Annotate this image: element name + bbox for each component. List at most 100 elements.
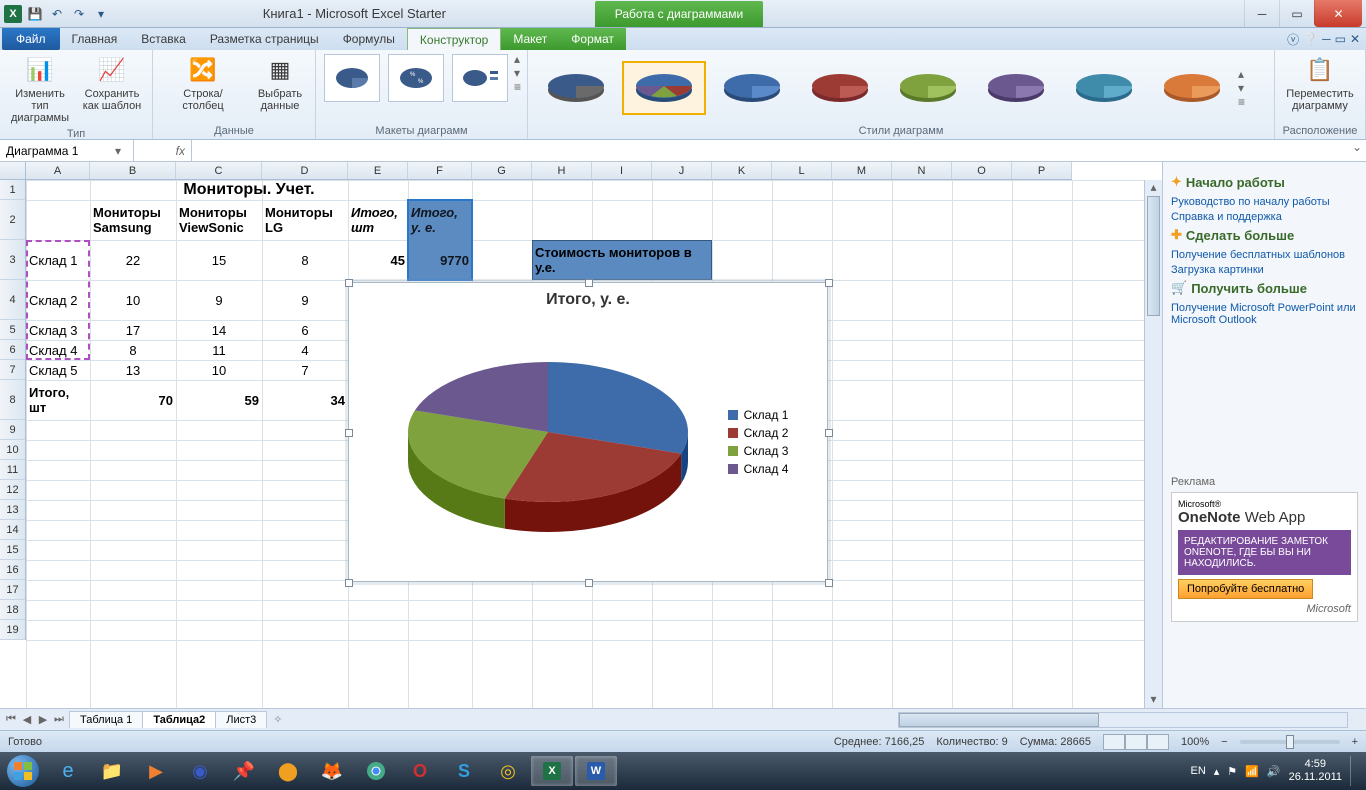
chart-style-5[interactable] xyxy=(886,61,970,115)
col-header-N[interactable]: N xyxy=(892,162,952,179)
row-label-3[interactable]: Склад 3 xyxy=(26,320,90,340)
scroll-up-icon[interactable]: ▴ xyxy=(1145,180,1162,196)
side-link-office[interactable]: Получение Microsoft PowerPoint или Micro… xyxy=(1171,302,1358,326)
col-header-B[interactable]: B xyxy=(90,162,176,179)
row-label-4[interactable]: Склад 4 xyxy=(26,340,90,360)
tray-clock[interactable]: 4:59 26.11.2011 xyxy=(1289,758,1342,784)
row-header-2[interactable]: 2 xyxy=(0,200,25,240)
chart-style-2[interactable] xyxy=(622,61,706,115)
cell-b5[interactable]: 17 xyxy=(90,320,176,340)
header-f[interactable]: Итого, у. е. xyxy=(408,200,472,240)
row-label-1[interactable]: Склад 1 xyxy=(26,240,90,280)
file-tab[interactable]: Файл xyxy=(2,28,60,50)
switch-row-col-button[interactable]: 🔀 Строка/столбец xyxy=(159,52,247,114)
vscroll-thumb[interactable] xyxy=(1147,196,1160,316)
row-header-15[interactable]: 15 xyxy=(0,540,25,560)
show-desktop-button[interactable] xyxy=(1350,756,1358,786)
cell-c5[interactable]: 14 xyxy=(176,320,262,340)
undo-icon[interactable]: ↶ xyxy=(48,5,66,23)
tray-volume-icon[interactable]: 🔊 xyxy=(1267,765,1281,778)
taskbar-opera[interactable]: O xyxy=(399,756,441,786)
totals-label[interactable]: Итого, шт xyxy=(26,380,90,420)
col-header-K[interactable]: K xyxy=(712,162,772,179)
name-box-dropdown-icon[interactable]: ▾ xyxy=(109,144,127,158)
zoom-thumb[interactable] xyxy=(1286,735,1294,749)
header-d[interactable]: Мониторы LG xyxy=(262,200,348,240)
formula-expand-icon[interactable]: ⌄ xyxy=(1348,140,1366,161)
view-page-layout-button[interactable] xyxy=(1125,734,1147,750)
styles-scroll-up-icon[interactable]: ▴ xyxy=(1238,67,1245,81)
cell-b6[interactable]: 8 xyxy=(90,340,176,360)
row-header-7[interactable]: 7 xyxy=(0,360,25,380)
taskbar-app-2[interactable]: 📌 xyxy=(223,756,265,786)
col-header-O[interactable]: O xyxy=(952,162,1012,179)
total-b[interactable]: 70 xyxy=(90,380,176,420)
row-header-6[interactable]: 6 xyxy=(0,340,25,360)
chart-resize-handle[interactable] xyxy=(585,579,593,587)
zoom-slider[interactable] xyxy=(1240,740,1340,744)
side-link-help[interactable]: Справка и поддержка xyxy=(1171,211,1358,223)
chart-resize-handle[interactable] xyxy=(825,279,833,287)
ribbon-minimize-icon[interactable]: ⓥ xyxy=(1287,31,1299,48)
col-header-H[interactable]: H xyxy=(532,162,592,179)
chart-resize-handle[interactable] xyxy=(345,429,353,437)
styles-more-icon[interactable]: ≡ xyxy=(1238,95,1245,109)
worksheet[interactable]: ABCDEFGHIJKLMNOP 12345678910111213141516… xyxy=(0,162,1162,708)
tab-design[interactable]: Конструктор xyxy=(407,28,501,50)
col-header-I[interactable]: I xyxy=(592,162,652,179)
sheet-first-icon[interactable]: ⏮ xyxy=(4,713,18,726)
cell-d6[interactable]: 4 xyxy=(262,340,348,360)
cell-c3[interactable]: 15 xyxy=(176,240,262,280)
header-b[interactable]: Мониторы Samsung xyxy=(90,200,176,240)
tray-flag-icon[interactable]: ⚑ xyxy=(1227,765,1237,778)
taskbar-skype[interactable]: S xyxy=(443,756,485,786)
row-header-10[interactable]: 10 xyxy=(0,440,25,460)
row-header-5[interactable]: 5 xyxy=(0,320,25,340)
sheet-last-icon[interactable]: ⏭ xyxy=(52,713,66,726)
chart-resize-handle[interactable] xyxy=(345,279,353,287)
row-header-9[interactable]: 9 xyxy=(0,420,25,440)
row-header-17[interactable]: 17 xyxy=(0,580,25,600)
taskbar-explorer[interactable]: 📁 xyxy=(91,756,133,786)
side-link-templates[interactable]: Получение бесплатных шаблонов xyxy=(1171,249,1358,261)
chart-style-4[interactable] xyxy=(798,61,882,115)
col-header-M[interactable]: M xyxy=(832,162,892,179)
onenote-try-button[interactable]: Попробуйте бесплатно xyxy=(1178,579,1313,599)
taskbar-app-1[interactable]: ◉ xyxy=(179,756,221,786)
cell-b4[interactable]: 10 xyxy=(90,280,176,320)
chart-layout-1[interactable] xyxy=(324,54,380,102)
col-header-J[interactable]: J xyxy=(652,162,712,179)
taskbar-chrome[interactable] xyxy=(355,756,397,786)
row-header-1[interactable]: 1 xyxy=(0,180,25,200)
header-c[interactable]: Мониторы ViewSonic xyxy=(176,200,262,240)
cell-d5[interactable]: 6 xyxy=(262,320,348,340)
row-header-14[interactable]: 14 xyxy=(0,520,25,540)
help-icon[interactable]: ❔ xyxy=(1303,32,1318,46)
chart-legend[interactable]: Склад 1Склад 2Склад 3Склад 4 xyxy=(728,404,789,480)
minimize-button[interactable]: ─ xyxy=(1244,0,1279,27)
sheet-tab-2[interactable]: Таблица2 xyxy=(142,711,216,728)
cell-d7[interactable]: 7 xyxy=(262,360,348,380)
cell-c6[interactable]: 11 xyxy=(176,340,262,360)
chart-style-1[interactable] xyxy=(534,61,618,115)
save-icon[interactable]: 💾 xyxy=(26,5,44,23)
taskbar-firefox[interactable]: 🦊 xyxy=(311,756,353,786)
chart-layout-3[interactable] xyxy=(452,54,508,102)
layouts-scroll-down-icon[interactable]: ▾ xyxy=(514,66,521,80)
chart-resize-handle[interactable] xyxy=(585,279,593,287)
side-link-guide[interactable]: Руководство по началу работы xyxy=(1171,196,1358,208)
zoom-out-icon[interactable]: − xyxy=(1221,736,1227,748)
col-header-E[interactable]: E xyxy=(348,162,408,179)
tab-layout[interactable]: Макет xyxy=(501,28,559,50)
chart-style-6[interactable] xyxy=(974,61,1058,115)
cell-e3[interactable]: 45 xyxy=(348,240,408,280)
total-d[interactable]: 34 xyxy=(262,380,348,420)
layouts-more-icon[interactable]: ≡ xyxy=(514,80,521,94)
view-normal-button[interactable] xyxy=(1103,734,1125,750)
select-all-corner[interactable] xyxy=(0,162,26,180)
taskbar-excel[interactable]: X xyxy=(531,756,573,786)
qat-dropdown-icon[interactable]: ▾ xyxy=(92,5,110,23)
col-header-D[interactable]: D xyxy=(262,162,348,179)
col-header-G[interactable]: G xyxy=(472,162,532,179)
tab-formulas[interactable]: Формулы xyxy=(331,28,407,50)
